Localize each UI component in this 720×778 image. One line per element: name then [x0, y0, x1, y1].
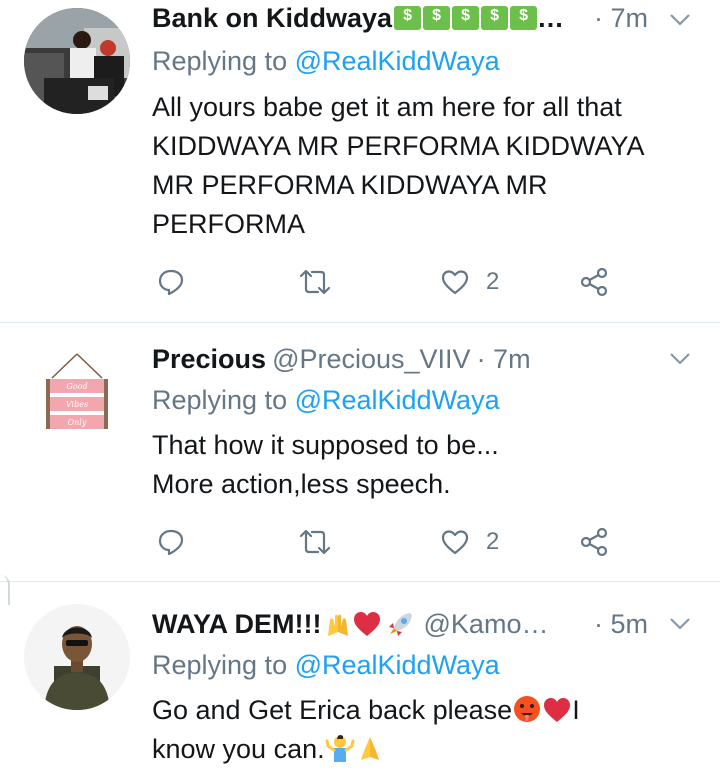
heart-emoji: [544, 698, 571, 722]
heart-emoji: [353, 612, 380, 636]
left-edge-handle: [0, 575, 10, 605]
man-shrugging-emoji: [325, 735, 355, 762]
tweet-header: WAYA DEM!!! @Kamo… · 5m: [152, 606, 690, 642]
timestamp[interactable]: · 7m: [594, 3, 648, 34]
sign-word: Only: [68, 418, 87, 427]
like-button[interactable]: 2: [440, 262, 499, 302]
avatar[interactable]: [24, 8, 130, 114]
folded-hands-emoji: [360, 737, 379, 760]
tweet-header: Precious @Precious_VIIV · 7m: [152, 341, 690, 377]
money-emoji: [392, 3, 538, 34]
tweet-actions: 2: [152, 522, 622, 562]
like-icon: [441, 270, 469, 295]
avatar[interactable]: Good Vibes Only: [24, 344, 130, 450]
replying-label: Replying to: [152, 46, 295, 76]
retweet-icon: [299, 269, 331, 295]
reply-icon: [158, 269, 184, 296]
replying-label: Replying to: [152, 385, 295, 415]
user-handle[interactable]: @Precious_VIIV: [272, 344, 471, 375]
raising-hands-emoji: [327, 614, 348, 636]
tweet-text-part: I: [572, 695, 580, 725]
share-button[interactable]: [578, 522, 610, 562]
reply-button[interactable]: [156, 522, 186, 562]
tweet[interactable]: Bank on Kiddwaya … · 7m Replying to @Rea…: [0, 0, 720, 322]
replying-to: Replying to @RealKiddWaya: [152, 650, 500, 681]
sign-word: Good: [66, 382, 87, 391]
display-name[interactable]: Bank on Kiddwaya: [152, 3, 392, 34]
like-count: 2: [486, 268, 500, 295]
display-name[interactable]: Precious: [152, 344, 266, 375]
tweet-text: All yours babe get it am here for all th…: [152, 88, 692, 244]
chevron-down-icon[interactable]: [668, 614, 692, 634]
tweet-line: That how it supposed to be...: [152, 430, 499, 460]
name-ellipsis: …: [537, 2, 565, 33]
reply-button[interactable]: [156, 262, 186, 302]
tweet-line: More action,less speech.: [152, 469, 451, 499]
chevron-down-icon[interactable]: [668, 10, 692, 30]
tweet-text-part: know you can.: [152, 734, 325, 764]
rocket-emoji: [388, 613, 412, 636]
mention-link[interactable]: @RealKiddWaya: [295, 385, 500, 415]
like-button[interactable]: 2: [440, 522, 499, 562]
tweet-line: KIDDWAYA MR PERFORMA KIDDWAYA: [152, 131, 645, 161]
mention-link[interactable]: @RealKiddWaya: [295, 46, 500, 76]
avatar[interactable]: [24, 604, 130, 710]
retweet-icon: [299, 529, 331, 555]
tweet-text: That how it supposed to be... More actio…: [152, 426, 692, 504]
hot-face-emoji: [514, 696, 541, 722]
like-icon: [441, 530, 469, 555]
tweet-line: know you can.: [152, 730, 692, 769]
tweet-text: Go and Get Erica back please I know you c…: [152, 691, 692, 769]
tweet-line: MR PERFORMA KIDDWAYA MR: [152, 170, 548, 200]
retweet-button[interactable]: [298, 262, 332, 302]
tweet[interactable]: WAYA DEM!!! @Kamo… · 5m Replying to @Rea…: [0, 582, 720, 778]
replying-to: Replying to @RealKiddWaya: [152, 46, 500, 77]
tweet-header: Bank on Kiddwaya … · 7m: [152, 0, 690, 36]
share-icon: [580, 267, 608, 297]
tweet-line: All yours babe get it am here for all th…: [152, 92, 622, 122]
tweet-text-part: Go and Get Erica back please: [152, 695, 513, 725]
display-name[interactable]: WAYA DEM!!!: [152, 609, 322, 640]
tweet-line: PERFORMA: [152, 209, 306, 239]
mention-link[interactable]: @RealKiddWaya: [295, 650, 500, 680]
replying-to: Replying to @RealKiddWaya: [152, 385, 500, 416]
timestamp[interactable]: · 5m: [594, 609, 648, 640]
sign-word: Vibes: [66, 400, 88, 409]
retweet-button[interactable]: [298, 522, 332, 562]
tweet[interactable]: Good Vibes Only Precious @Precious_VIIV …: [0, 323, 720, 581]
share-icon: [580, 527, 608, 557]
timestamp[interactable]: · 7m: [477, 344, 531, 375]
like-count: 2: [486, 528, 500, 555]
tweet-actions: 2: [152, 262, 622, 302]
reply-icon: [158, 529, 184, 556]
user-handle[interactable]: @Kamo…: [424, 609, 549, 640]
tweet-line: Go and Get Erica back please I: [152, 691, 692, 730]
chevron-down-icon[interactable]: [668, 349, 692, 369]
share-button[interactable]: [578, 262, 610, 302]
replying-label: Replying to: [152, 650, 295, 680]
